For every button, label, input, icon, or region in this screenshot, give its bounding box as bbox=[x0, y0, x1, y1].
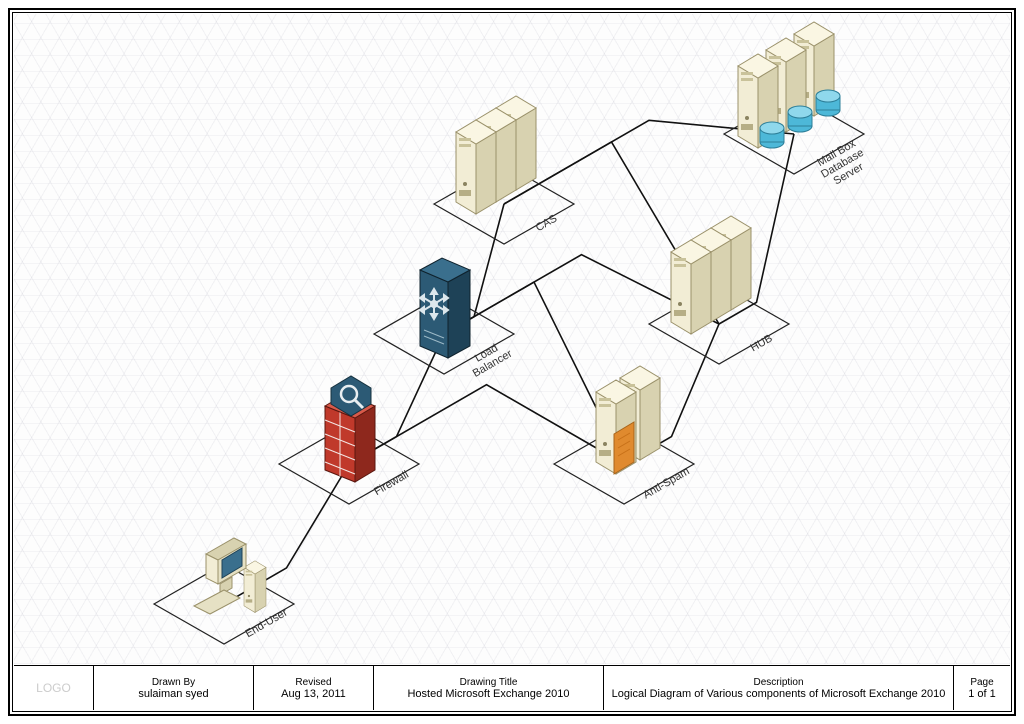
node-load_balancer: LoadBalancer bbox=[374, 258, 515, 380]
node-cas: CAS bbox=[434, 96, 574, 244]
label-cas: CAS bbox=[534, 213, 560, 235]
node-hub: HUB bbox=[649, 216, 789, 364]
page-cell: Page 1 of 1 bbox=[954, 666, 1010, 710]
server-group-icon bbox=[671, 216, 751, 334]
revised-label: Revised bbox=[295, 677, 331, 688]
connection-end_user-firewall bbox=[224, 464, 349, 604]
logo-placeholder: LOGO bbox=[36, 681, 71, 695]
logo-cell: LOGO bbox=[14, 666, 94, 710]
server-group-icon bbox=[456, 96, 536, 214]
workstation-icon bbox=[194, 538, 266, 614]
revised-value: Aug 13, 2011 bbox=[281, 688, 346, 700]
drawing-title-label: Drawing Title bbox=[460, 677, 518, 688]
drawn-by-label: Drawn By bbox=[152, 677, 195, 688]
label-hub: HUB bbox=[748, 332, 774, 354]
description-value: Logical Diagram of Various components of… bbox=[612, 688, 946, 700]
drawing-title-cell: Drawing Title Hosted Microsoft Exchange … bbox=[374, 666, 604, 710]
revised-cell: Revised Aug 13, 2011 bbox=[254, 666, 374, 710]
label-firewall: Firewall bbox=[372, 469, 411, 498]
description-cell: Description Logical Diagram of Various c… bbox=[604, 666, 954, 710]
page-value: 1 of 1 bbox=[968, 688, 996, 700]
firewall-icon bbox=[325, 376, 375, 482]
db-servers-icon bbox=[738, 22, 840, 148]
label-mailbox: Mail BoxDatabaseServer bbox=[813, 136, 872, 191]
diagram-canvas: End-User Firewall LoadBalancer Anti-Spam CAS… bbox=[14, 14, 1010, 664]
spam-servers-icon bbox=[596, 366, 660, 474]
page-label: Page bbox=[970, 677, 993, 688]
description-label: Description bbox=[753, 677, 803, 688]
drawn-by-cell: Drawn By sulaiman syed bbox=[94, 666, 254, 710]
diagram-page: End-User Firewall LoadBalancer Anti-Spam CAS… bbox=[0, 0, 1024, 724]
drawing-title-value: Hosted Microsoft Exchange 2010 bbox=[407, 688, 569, 700]
connection-firewall-anti_spam bbox=[349, 385, 624, 464]
node-mailbox: Mail BoxDatabaseServer bbox=[724, 22, 872, 191]
router-icon bbox=[420, 258, 470, 358]
node-end_user: End-User bbox=[154, 538, 294, 644]
label-anti_spam: Anti-Spam bbox=[641, 465, 691, 501]
label-end_user: End-User bbox=[243, 606, 290, 640]
drawn-by-value: sulaiman syed bbox=[138, 688, 208, 700]
title-block: LOGO Drawn By sulaiman syed Revised Aug … bbox=[14, 665, 1010, 710]
node-firewall: Firewall bbox=[279, 376, 419, 504]
